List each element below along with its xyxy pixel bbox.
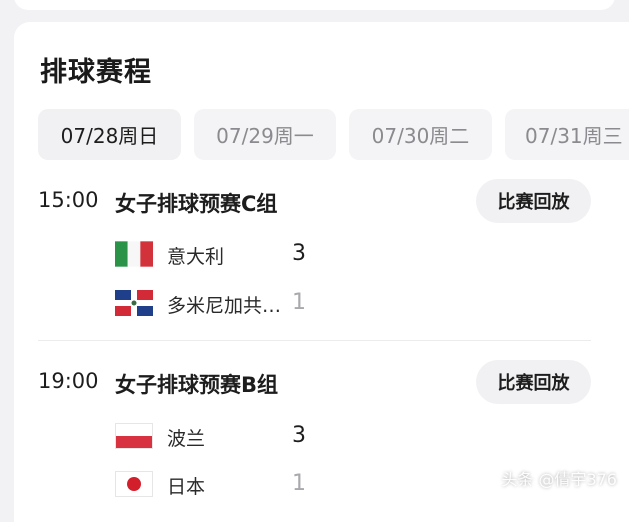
- date-tab-0731[interactable]: 07/31周三: [505, 109, 629, 160]
- schedule-card: [14, 22, 629, 522]
- watermark: 头条 @倩宇376: [501, 470, 617, 489]
- match-time: 15:00: [38, 188, 99, 212]
- date-tab-0729[interactable]: 07/29周一: [194, 109, 336, 160]
- japan-flag-icon: [115, 471, 153, 497]
- match-title: 女子排球预赛B组: [115, 373, 279, 397]
- dominican-republic-flag-icon: [115, 290, 153, 316]
- date-tab-0728[interactable]: 07/28周日: [38, 109, 181, 160]
- match-title: 女子排球预赛C组: [115, 192, 278, 216]
- divider: [38, 340, 591, 341]
- poland-flag-icon: [115, 423, 153, 449]
- team-score: 3: [292, 423, 306, 448]
- team-name: 意大利: [167, 246, 225, 268]
- team-score: 1: [292, 290, 306, 315]
- replay-button[interactable]: 比赛回放: [476, 360, 591, 404]
- replay-button[interactable]: 比赛回放: [476, 179, 591, 223]
- team-name: 多米尼加共…: [167, 295, 282, 317]
- date-tab-0730[interactable]: 07/30周二: [349, 109, 492, 160]
- match-time: 19:00: [38, 369, 99, 393]
- italy-flag-icon: [115, 241, 153, 267]
- team-name: 波兰: [167, 428, 206, 450]
- top-card: [14, 0, 615, 10]
- team-score: 1: [292, 471, 306, 496]
- section-title: 排球赛程: [40, 57, 152, 88]
- team-name: 日本: [167, 476, 206, 498]
- team-score: 3: [292, 241, 306, 266]
